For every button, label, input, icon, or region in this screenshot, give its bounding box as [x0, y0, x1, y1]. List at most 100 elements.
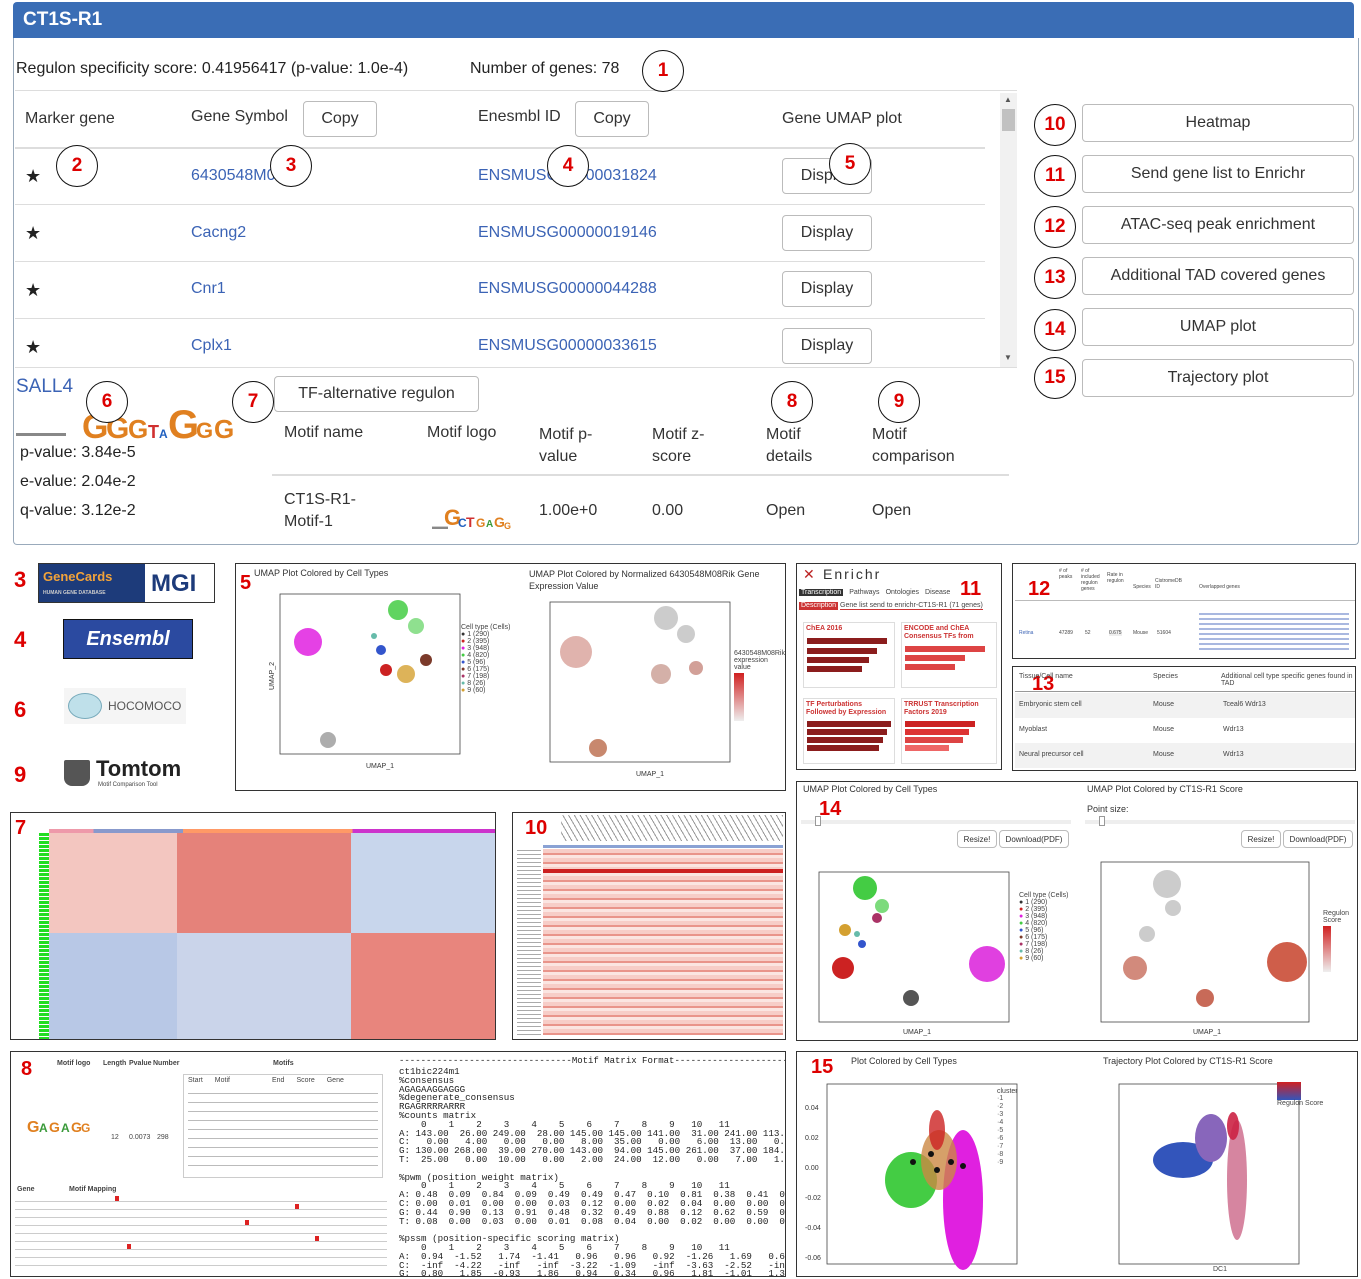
ensembl-link[interactable]: ENSMUSG00000044288 [478, 280, 657, 298]
svg-text:A: A [61, 1121, 70, 1135]
panel-num-5: 5 [240, 572, 252, 594]
motif-comparison-link[interactable]: Open [872, 502, 911, 520]
regulon-score-legend: Regulon Score [1323, 910, 1357, 972]
motif-mapping-grid [15, 1194, 387, 1272]
tomtom-logo[interactable]: Tomtom Motif Comparison Tool [64, 756, 188, 792]
heatmap-button[interactable]: Heatmap [1082, 104, 1354, 142]
callout-3: 3 [270, 145, 312, 187]
svg-text:UMAP_1: UMAP_1 [1193, 1029, 1221, 1036]
umap5-xlabel: UMAP_1 [366, 763, 394, 770]
heatmap-block [49, 833, 177, 933]
gene-symbol-link[interactable]: Cnr1 [191, 280, 226, 298]
svg-text:G: G [504, 521, 511, 531]
overlapped-genes-text [1199, 610, 1349, 650]
col-gene-symbol: Gene Symbol [191, 108, 288, 125]
star-icon: ★ [25, 337, 42, 357]
mapping-col-label: Motif Mapping [69, 1186, 117, 1193]
svg-text:A: A [486, 519, 493, 530]
umap5-left-title: UMAP Plot Colored by Cell Types [254, 568, 389, 578]
umap5-left-plot: UMAP_1 UMAP_2 [269, 593, 461, 770]
scroll-thumb[interactable] [1002, 109, 1015, 131]
copy-symbol-button[interactable]: Copy [303, 101, 377, 137]
svg-text:G: G [27, 1119, 39, 1136]
tab-pathways[interactable]: Pathways [849, 589, 879, 596]
scroll-up-arrow[interactable]: ▲ [1004, 95, 1012, 104]
tab-disease[interactable]: Disease [925, 589, 950, 596]
umap5-ylabel: UMAP_2 [269, 662, 276, 690]
display-button[interactable]: Display [782, 271, 872, 307]
umap5-right-plot: UMAP_1 [549, 601, 731, 778]
resize-button[interactable]: Resize! [957, 830, 997, 848]
svg-text:G: G [49, 1119, 60, 1135]
callout-2: 2 [56, 145, 98, 187]
ensembl-link[interactable]: ENSMUSG00000019146 [478, 224, 657, 242]
panel-num-15: 15 [811, 1056, 834, 1078]
svg-text:UMAP_1: UMAP_1 [903, 1029, 931, 1036]
callout-7: 7 [232, 381, 274, 423]
score-colorbar [1277, 1082, 1301, 1100]
column-labels [561, 815, 783, 841]
legend-item: ● 4 (820) [1019, 920, 1048, 927]
enrichr-tabs: Transcription Pathways Ontologies Diseas… [799, 589, 999, 596]
gene-symbol-link[interactable]: Cplx1 [191, 337, 232, 355]
traj-right-title: Trajectory Plot Colored by CT1S-R1 Score [1103, 1056, 1273, 1066]
umap14-legend: Cell type (Cells) ● 1 (290) ● 2 (395) ● … [1019, 892, 1079, 962]
table-scrollbar[interactable]: ▲ ▼ [1000, 93, 1017, 367]
motif-details-panel-8: 8 Motif logo Length Pvalue Number Motifs… [10, 1051, 786, 1277]
ensembl-logo[interactable]: Ensembl [63, 619, 193, 659]
score-colorbar [1323, 926, 1331, 972]
tf-alternative-button[interactable]: TF-alternative regulon [274, 376, 479, 412]
gene-col-label: Gene [17, 1186, 35, 1193]
tab-ontologies[interactable]: Ontologies [886, 589, 919, 596]
legend-item: ● 9 (60) [1019, 955, 1044, 962]
point-size-slider[interactable] [801, 816, 1071, 826]
motif-zscore-cell: 0.00 [652, 502, 684, 519]
tomtom-text: Tomtom [96, 756, 182, 781]
legend-item: ● 4 (820) [461, 652, 490, 659]
heatmap-block [177, 933, 351, 1039]
genecards-mgi-logo[interactable]: GeneCards HUMAN GENE DATABASE MGI [38, 563, 215, 603]
display-button[interactable]: Display [782, 328, 872, 364]
callout-15: 15 [1034, 357, 1076, 399]
resize-button[interactable]: Resize! [1241, 830, 1281, 848]
motif-details-link[interactable]: Open [766, 502, 805, 520]
svg-text:0.02: 0.02 [805, 1135, 819, 1142]
tab-transcription[interactable]: Transcription [799, 589, 844, 596]
download-pdf-button[interactable]: Download(PDF) [1283, 830, 1353, 848]
legend-item: ● 3 (948) [1019, 913, 1048, 920]
enrichr-button[interactable]: Send gene list to Enrichr [1082, 155, 1354, 193]
star-icon: ★ [25, 166, 42, 186]
trajectory-button[interactable]: Trajectory plot [1082, 359, 1354, 397]
svg-text:-0.06: -0.06 [805, 1255, 821, 1262]
ensembl-link[interactable]: ENSMUSG00000033615 [478, 337, 657, 355]
copy-ensembl-button[interactable]: Copy [575, 101, 649, 137]
traj-xlabel: DC1 [1213, 1266, 1228, 1273]
expr-legend: 6430548M08Rik expression value [734, 650, 785, 721]
legend-item: ● 2 (395) [1019, 906, 1048, 913]
enrichr-logo: Enrichr [823, 566, 882, 582]
umap-panel-14: UMAP Plot Colored by Cell Types UMAP Plo… [796, 781, 1358, 1041]
point-size-slider[interactable] [1085, 816, 1355, 826]
svg-text:0.04: 0.04 [805, 1105, 819, 1112]
scroll-down-arrow[interactable]: ▼ [1004, 353, 1012, 362]
hocomoco-logo[interactable]: HOCOMOCO [64, 688, 186, 724]
enrichr-box: TF Perturbations Followed by Expression [803, 698, 895, 764]
svg-text:0.00: 0.00 [805, 1165, 819, 1172]
callout-14: 14 [1034, 309, 1076, 351]
star-icon: ★ [25, 223, 42, 243]
side-num-4: 4 [14, 627, 27, 652]
table-row: ★ Cnr1 ENSMUSG00000044288 Display [15, 262, 985, 319]
tad-row: Embryonic stem cell Mouse Tceal6 Wdr13 [1015, 693, 1355, 718]
atac-button[interactable]: ATAC-seq peak enrichment [1082, 206, 1354, 244]
umap14-right-plot: UMAP_1 [1100, 861, 1310, 1036]
gene-symbol-link[interactable]: Cacng2 [191, 224, 246, 242]
tf-name[interactable]: SALL4 [16, 376, 73, 398]
download-pdf-button[interactable]: Download(PDF) [999, 830, 1069, 848]
panel-num-7: 7 [15, 817, 27, 839]
motif-pvalue: p-value: 3.84e-5 [20, 444, 136, 461]
umap-button[interactable]: UMAP plot [1082, 308, 1354, 346]
svg-text:-0.04: -0.04 [805, 1225, 821, 1232]
tad-button[interactable]: Additional TAD covered genes [1082, 257, 1354, 295]
heatmap-strong-row [543, 869, 783, 873]
display-button[interactable]: Display [782, 215, 872, 251]
